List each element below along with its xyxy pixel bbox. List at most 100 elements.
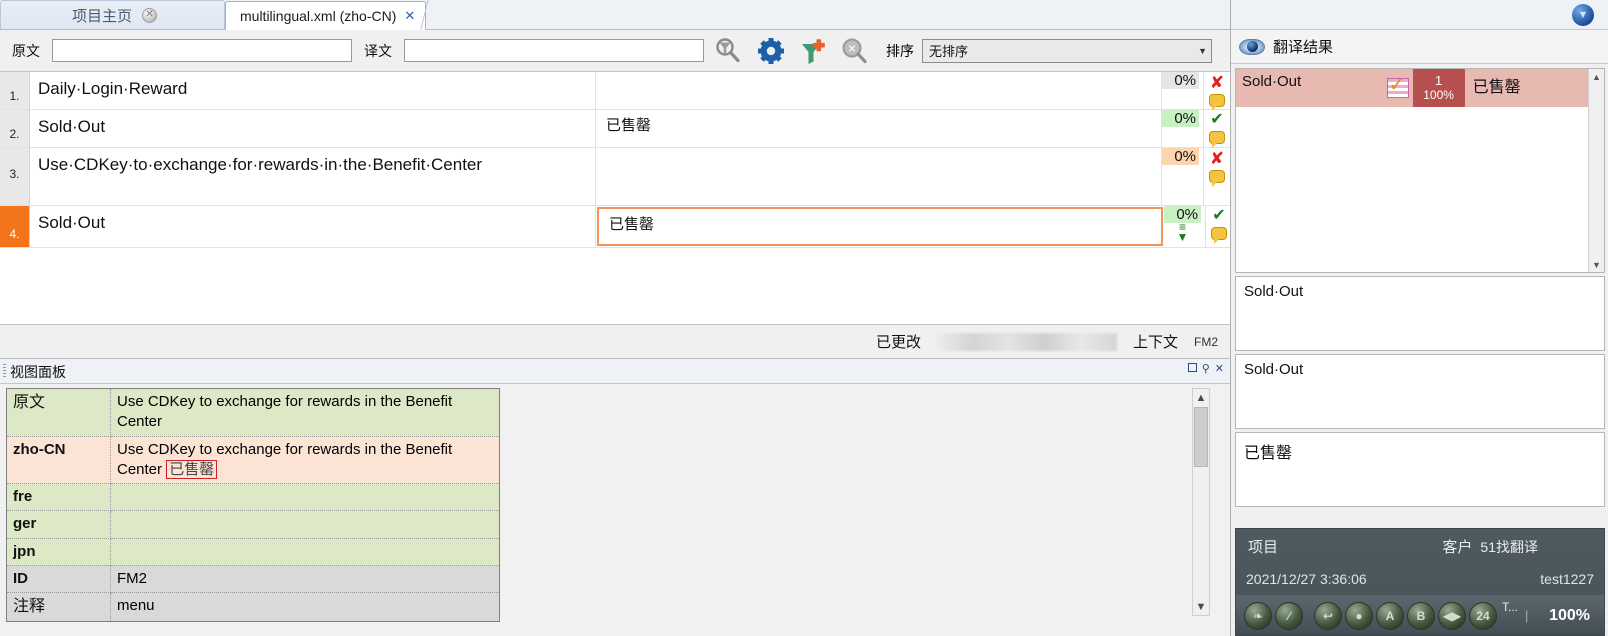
tm-results-list[interactable]: Sold·Out 1 100% 已售罄 ▲ ▼ (1235, 68, 1605, 273)
view-panel-row-value[interactable]: Use CDKey to exchange for rewards in the… (110, 388, 500, 437)
restore-icon[interactable] (1187, 363, 1197, 375)
view-panel-row[interactable]: jpn (6, 537, 500, 566)
svg-text:✕: ✕ (848, 44, 856, 55)
view-panel-row-value[interactable] (110, 537, 500, 566)
table-row-selected[interactable]: 4. Sold·Out 已售罄 0% ≡ ▼ ✔ (0, 206, 1230, 248)
globe-orb-icon[interactable]: ❧ (1244, 601, 1272, 630)
row-source-text[interactable]: Sold·Out (30, 206, 596, 247)
translation-results-header: 翻译结果 (1231, 30, 1608, 64)
right-sidebar: ▼ 翻译结果 Sold·Out 1 100% 已售罄 ▲ ▼ (1230, 0, 1608, 636)
comment-bubble-icon[interactable] (1209, 170, 1225, 187)
row-number: 2. (0, 110, 30, 147)
table-row[interactable]: 1. Daily·Login·Reward 0% ✘ (0, 72, 1230, 111)
view-panel-row-value[interactable]: Use CDKey to exchange for rewards in the… (110, 435, 500, 484)
slash-orb-icon[interactable]: ∕ (1275, 601, 1303, 630)
close-circle-icon[interactable]: ✕ (142, 7, 157, 23)
comment-bubble-icon[interactable] (1211, 227, 1227, 244)
truncated-label: T... (1502, 600, 1519, 614)
segment-preview-target[interactable]: 已售罄 (1235, 432, 1605, 507)
row-target-text[interactable] (596, 72, 1162, 109)
add-filter-icon[interactable] (796, 34, 830, 68)
view-panel-row[interactable]: ID FM2 (6, 564, 500, 594)
view-panel-row-value[interactable] (110, 510, 500, 539)
comment-bubble-icon[interactable] (1209, 131, 1225, 148)
row-target-text[interactable] (596, 148, 1162, 205)
table-row[interactable]: 3. Use·CDKey·to·exchange·for·rewards·in·… (0, 148, 1230, 206)
confirmed-check-icon[interactable]: ✔ (1212, 208, 1225, 224)
row-status-icons: ✔ (1204, 110, 1230, 148)
redacted-region (936, 332, 1117, 351)
source-filter-input[interactable] (52, 39, 352, 62)
comment-bubble-icon[interactable] (1209, 94, 1225, 111)
settings-gear-icon[interactable] (754, 34, 788, 68)
tm-result-row[interactable]: Sold·Out 1 100% 已售罄 (1236, 69, 1604, 107)
view-panel-row-value[interactable]: menu (110, 592, 500, 622)
tm-result-percent: 100% (1423, 87, 1454, 102)
confirmed-check-icon[interactable]: ✔ (1210, 112, 1223, 128)
close-x-icon[interactable]: ✕ (404, 8, 415, 24)
pin-icon[interactable]: ⚲ (1202, 363, 1210, 375)
row-source-text[interactable]: Daily·Login·Reward (30, 72, 596, 109)
a-orb-icon[interactable]: A (1376, 601, 1404, 630)
scroll-up-icon[interactable]: ▲ (1193, 389, 1209, 406)
dot-orb-icon[interactable]: ● (1345, 601, 1373, 630)
scroll-down-icon[interactable]: ▼ (1193, 598, 1209, 615)
view-panel-scrollbar[interactable]: ▲ ▼ (1192, 388, 1210, 616)
tm-result-source: Sold·Out (1242, 73, 1302, 90)
tab-multilingual-xml[interactable]: multilingual.xml (zho-CN) ✕ (225, 1, 427, 30)
back-orb-icon[interactable]: ↩ (1314, 601, 1342, 630)
sort-select[interactable]: 无排序 ▼ (922, 38, 1212, 63)
row-progress: 0% (1162, 72, 1204, 109)
play-orb-icon[interactable]: ◀▶ (1438, 601, 1466, 630)
row-target-text[interactable]: 已售罄 (596, 110, 1162, 147)
tab-project-home[interactable]: 项目主页 ✕ (0, 0, 225, 29)
segment-grid[interactable]: 1. Daily·Login·Reward 0% ✘ 2. Sold·Out 已… (0, 72, 1230, 325)
view-panel-row-value[interactable]: FM2 (110, 564, 500, 594)
globe-icon[interactable]: ▼ (1572, 3, 1594, 26)
24-orb-icon[interactable]: 24 (1469, 601, 1497, 630)
view-panel-row[interactable]: 注释 menu (6, 592, 500, 622)
target-filter-input[interactable] (404, 39, 704, 62)
zoom-level: 100% (1549, 606, 1590, 624)
row-source-text[interactable]: Use·CDKey·to·exchange·for·rewards·in·the… (30, 148, 596, 205)
table-row[interactable]: 2. Sold·Out 已售罄 0% ✔ (0, 110, 1230, 148)
inline-tag: 已售罄 (166, 459, 218, 479)
view-panel-row[interactable]: 原文 Use CDKey to exchange for rewards in … (6, 388, 500, 437)
drag-grip-icon[interactable] (3, 364, 6, 379)
b-orb-icon[interactable]: B (1407, 601, 1435, 630)
translation-results-title: 翻译结果 (1273, 39, 1334, 56)
project-label: 项目 (1248, 538, 1279, 556)
application-window: 项目主页 ✕ multilingual.xml (zho-CN) ✕ 原文 译文 (0, 0, 1608, 636)
chevron-down-icon: ▼ (1198, 45, 1207, 56)
view-panel-row[interactable]: ger (6, 510, 500, 539)
row-status-icons: ✘ (1204, 72, 1230, 111)
context-label: 上下文 (1132, 334, 1178, 351)
view-panel-table: 原文 Use CDKey to exchange for rewards in … (6, 388, 500, 622)
tm-match-icon (1386, 75, 1409, 98)
view-panel-header: 视图面板 ⚲ ✕ (0, 360, 1230, 384)
row-target-editor[interactable]: 已售罄 (597, 207, 1163, 246)
view-panel-row-value[interactable] (110, 482, 500, 512)
tab-multilingual-xml-label: multilingual.xml (zho-CN) (240, 7, 397, 24)
error-x-icon[interactable]: ✘ (1210, 150, 1224, 167)
view-panel-row[interactable]: zho-CN Use CDKey to exchange for rewards… (6, 435, 500, 484)
row-progress: 0% (1162, 148, 1204, 205)
clear-search-icon[interactable]: ✕ (838, 34, 872, 68)
row-status-icons: ✔ (1206, 206, 1230, 247)
view-panel-title: 视图面板 (10, 363, 66, 380)
close-icon[interactable]: ✕ (1215, 363, 1224, 375)
scrollbar-thumb[interactable] (1194, 407, 1208, 467)
scroll-up-icon[interactable]: ▲ (1589, 69, 1604, 84)
segment-preview-source[interactable]: Sold·Out (1235, 276, 1605, 351)
view-panel-row[interactable]: fre (6, 482, 500, 512)
row-source-text[interactable]: Sold·Out (30, 110, 596, 147)
scroll-down-icon[interactable]: ▼ (1589, 257, 1604, 272)
customer-value: 51找翻译 (1480, 538, 1538, 555)
tab-bar: 项目主页 ✕ multilingual.xml (zho-CN) ✕ (0, 0, 1230, 30)
filter-search-icon[interactable] (712, 34, 746, 68)
error-x-icon[interactable]: ✘ (1210, 74, 1224, 91)
sort-arrows-icon: ≡ ▼ (1176, 220, 1189, 244)
segment-preview-match[interactable]: Sold·Out (1235, 354, 1605, 429)
tm-list-scrollbar[interactable]: ▲ ▼ (1588, 69, 1604, 272)
row-progress-value: 0% (1162, 110, 1199, 127)
